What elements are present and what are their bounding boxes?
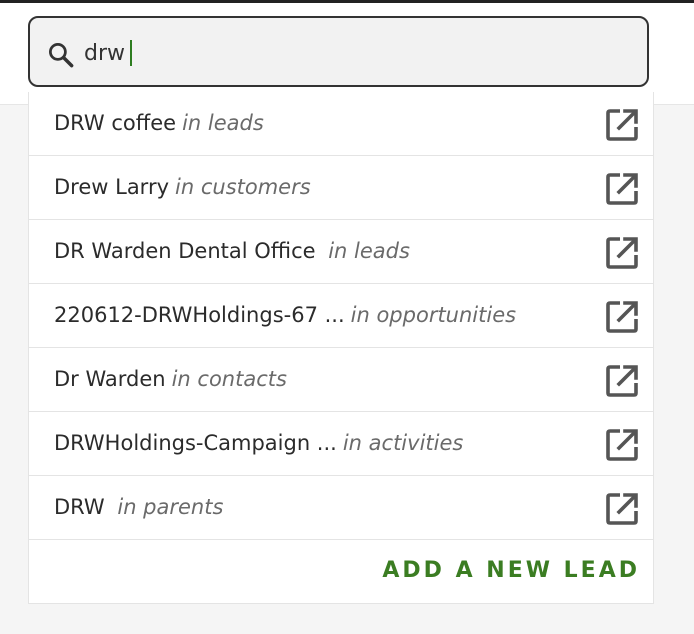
open-in-new-icon[interactable] <box>602 425 642 465</box>
add-new-lead-button[interactable]: ADD A NEW LEAD <box>382 558 640 583</box>
result-context: in opportunities <box>350 303 517 327</box>
result-name: Drew Larry <box>54 175 170 199</box>
text-caret <box>130 40 132 66</box>
result-label: Drew Larry in customers <box>54 156 311 219</box>
open-in-new-icon[interactable] <box>602 361 642 401</box>
result-context: in activities <box>342 431 464 455</box>
search-result-row[interactable]: DRWHoldings-Campaign ... in activities <box>29 412 653 476</box>
result-label: Dr Warden in contacts <box>54 348 287 411</box>
result-context: in parents <box>117 495 224 519</box>
open-in-new-icon[interactable] <box>602 297 642 337</box>
result-label: DRW coffee in leads <box>54 92 264 155</box>
search-input[interactable] <box>84 36 624 70</box>
result-name: DRWHoldings-Campaign ... <box>54 431 337 455</box>
search-result-row[interactable]: DR Warden Dental Office in leads <box>29 220 653 284</box>
search-result-row[interactable]: DRW in parents <box>29 476 653 540</box>
search-result-row[interactable]: Dr Warden in contacts <box>29 348 653 412</box>
search-icon <box>49 43 74 68</box>
open-in-new-icon[interactable] <box>602 169 642 209</box>
result-context: in leads <box>182 111 264 135</box>
result-context: in contacts <box>171 367 287 391</box>
result-name: DRW coffee <box>54 111 177 135</box>
result-name: DRW <box>54 495 112 519</box>
open-in-new-icon[interactable] <box>602 489 642 529</box>
result-name: Dr Warden <box>54 367 166 391</box>
open-in-new-icon[interactable] <box>602 233 642 273</box>
result-label: DRW in parents <box>54 476 223 539</box>
result-label: 220612-DRWHoldings-67 ... in opportunitie… <box>54 284 516 347</box>
result-label: DR Warden Dental Office in leads <box>54 220 410 283</box>
result-context: in leads <box>328 239 410 263</box>
result-context: in customers <box>175 175 311 199</box>
search-result-row[interactable]: Drew Larry in customers <box>29 156 653 220</box>
search-results-dropdown: DRW coffee in leads Drew Larry in customer… <box>28 92 654 604</box>
result-name: 220612-DRWHoldings-67 ... <box>54 303 345 327</box>
search-box[interactable] <box>28 16 649 87</box>
open-in-new-icon[interactable] <box>602 105 642 145</box>
result-label: DRWHoldings-Campaign ... in activities <box>54 412 463 475</box>
result-name: DR Warden Dental Office <box>54 239 323 263</box>
add-action-row: ADD A NEW LEAD <box>29 540 653 603</box>
search-result-row[interactable]: 220612-DRWHoldings-67 ... in opportunitie… <box>29 284 653 348</box>
search-result-row[interactable]: DRW coffee in leads <box>29 92 653 156</box>
